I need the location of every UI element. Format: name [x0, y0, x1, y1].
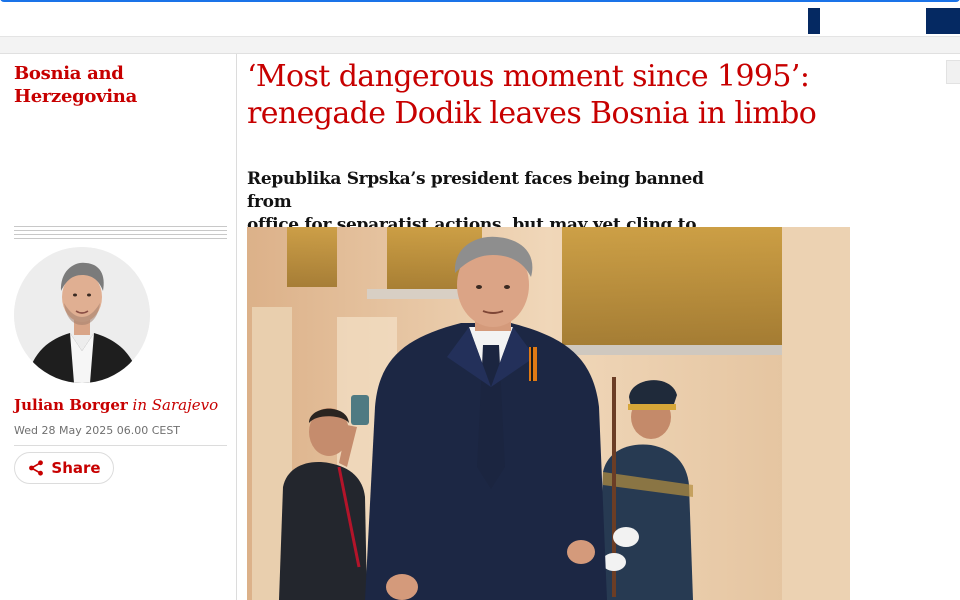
- byline: Julian Borger in Sarajevo: [14, 396, 234, 414]
- article-main-image[interactable]: [247, 227, 850, 600]
- section-label-line1: Bosnia and: [14, 63, 124, 84]
- section-label-line2: Herzegovina: [14, 86, 137, 107]
- share-icon: [29, 460, 44, 476]
- share-button[interactable]: Share: [14, 452, 114, 484]
- article-headline: ‘Most dangerous moment since 1995’: rene…: [247, 58, 887, 132]
- header-nav-block[interactable]: [808, 8, 820, 34]
- address-bar[interactable]: [0, 0, 960, 2]
- author-avatar[interactable]: [14, 247, 150, 383]
- author-photo: [14, 247, 150, 383]
- article-meta-column: Bosnia and Herzegovina Julian Borger in …: [0, 54, 237, 600]
- author-name-link[interactable]: Julian Borger: [14, 396, 128, 414]
- browser-toolbar: [0, 0, 960, 37]
- section-label[interactable]: Bosnia and Herzegovina: [14, 62, 214, 108]
- side-scroll-tab[interactable]: [946, 60, 960, 84]
- headline-line2: renegade Dodik leaves Bosnia in limbo: [247, 96, 817, 131]
- share-label: Share: [51, 459, 101, 477]
- headline-line1: ‘Most dangerous moment since 1995’:: [247, 59, 810, 94]
- publish-date: Wed 28 May 2025 06.00 CEST: [14, 424, 227, 446]
- divider-rules: [14, 226, 227, 242]
- byline-location: in Sarajevo: [127, 396, 219, 414]
- header-nav-block-right[interactable]: [926, 8, 960, 34]
- main-photo-illustration: [247, 227, 850, 600]
- standfirst-line1: Republika Srpska’s president faces being…: [247, 169, 704, 212]
- site-subnav-bar: [0, 37, 960, 54]
